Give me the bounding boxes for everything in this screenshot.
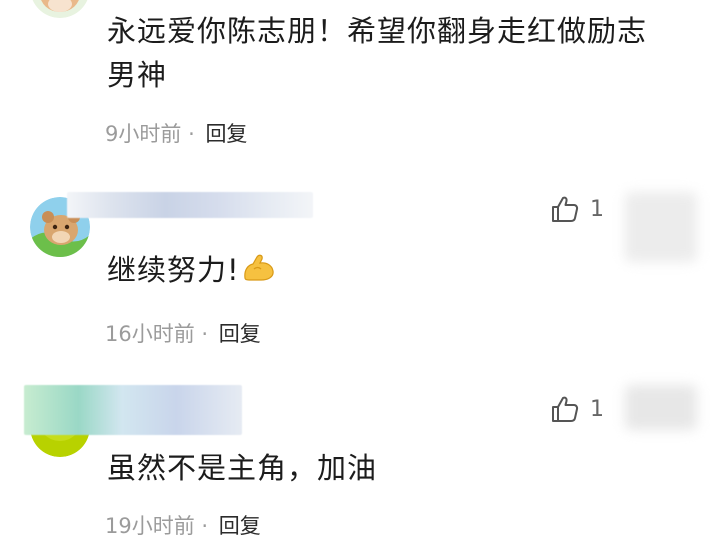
meta-separator: · <box>201 322 209 346</box>
comment-text: 继续努力! <box>107 248 276 294</box>
thumbs-up-icon <box>552 196 579 222</box>
comment-meta: 19小时前 · 回复 <box>105 510 261 540</box>
like-button[interactable]: 1 <box>550 394 604 424</box>
username-blurred[interactable] <box>24 385 242 435</box>
like-button[interactable]: 1 <box>550 194 604 224</box>
comment-text: 永远爱你陈志朋！希望你翻身走红做励志 男神 <box>107 9 647 97</box>
meta-separator: · <box>188 122 195 146</box>
avatar-image <box>32 0 88 18</box>
blurred-thumbnail <box>625 385 697 430</box>
blurred-thumbnail <box>625 192 697 262</box>
timestamp: 19小时前 <box>105 514 195 538</box>
reply-button[interactable]: 回复 <box>205 122 247 146</box>
comment-text-line: 男神 <box>107 58 168 92</box>
comment-text-line: 虽然不是主角，加油 <box>107 451 378 485</box>
username-blurred[interactable] <box>67 192 313 218</box>
comment-text-line: 继续努力! <box>107 253 240 287</box>
timestamp: 9小时前 <box>105 122 182 146</box>
comment-meta: 16小时前 · 回复 <box>105 318 261 348</box>
comment-meta: 9小时前 · 回复 <box>105 118 247 148</box>
like-count: 1 <box>590 396 604 422</box>
reply-button[interactable]: 回复 <box>219 322 261 346</box>
like-count: 1 <box>590 196 604 222</box>
timestamp: 16小时前 <box>105 322 195 346</box>
comment-text-line: 永远爱你陈志朋！希望你翻身走红做励志 <box>107 14 648 48</box>
thumbs-up-icon <box>552 396 579 422</box>
meta-separator: · <box>201 514 209 538</box>
flexed-biceps-icon <box>242 250 276 294</box>
avatar[interactable] <box>30 0 90 18</box>
reply-button[interactable]: 回复 <box>219 514 261 538</box>
comment-text: 虽然不是主角，加油 <box>107 446 377 490</box>
